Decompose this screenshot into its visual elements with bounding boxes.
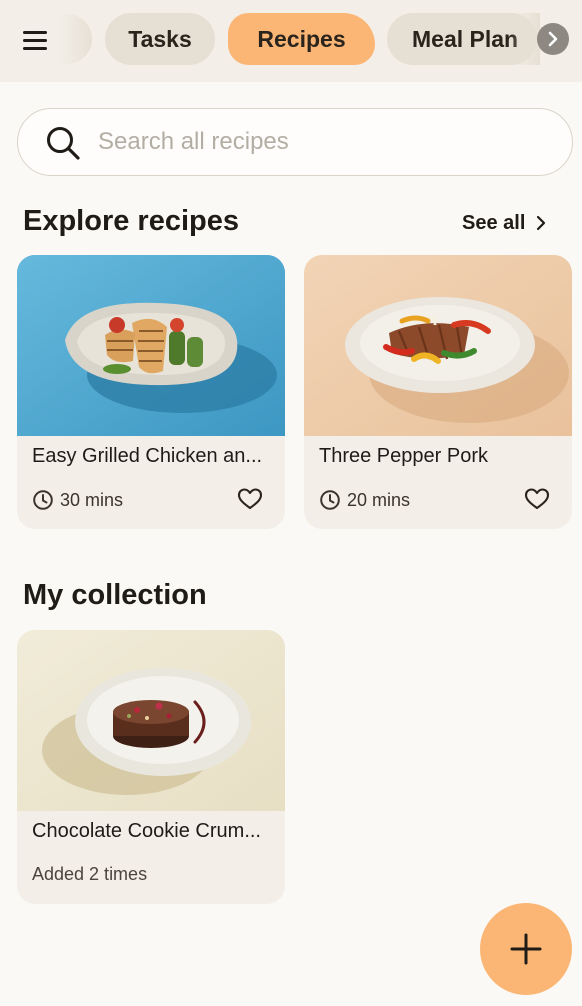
tab-partial-previous[interactable] bbox=[60, 14, 92, 64]
heart-icon[interactable] bbox=[524, 487, 550, 511]
recipe-title: Chocolate Cookie Crum... bbox=[32, 820, 261, 842]
see-all-label: See all bbox=[462, 211, 526, 234]
recipe-title: Three Pepper Pork bbox=[319, 445, 488, 467]
explore-recipes-heading: Explore recipes bbox=[23, 205, 239, 237]
search-input[interactable] bbox=[98, 123, 548, 161]
recipe-time: 30 mins bbox=[32, 488, 123, 512]
search-icon bbox=[47, 127, 80, 160]
recipe-time-label: 30 mins bbox=[60, 489, 124, 510]
my-collection-heading: My collection bbox=[23, 579, 207, 611]
chevron-right-icon bbox=[537, 215, 546, 231]
recipe-time-label: 20 mins bbox=[347, 489, 411, 510]
recipe-title: Easy Grilled Chicken an... bbox=[32, 445, 263, 467]
scroll-tabs-right-button[interactable] bbox=[537, 23, 569, 55]
chevron-right-icon bbox=[548, 31, 558, 47]
tab-fade-overlay bbox=[510, 13, 540, 65]
tab-tasks[interactable]: Tasks bbox=[105, 13, 215, 65]
add-recipe-button[interactable] bbox=[480, 903, 572, 995]
heart-icon[interactable] bbox=[237, 487, 263, 511]
see-all-link[interactable]: See all bbox=[462, 209, 547, 237]
recipe-card-three-pepper-pork[interactable]: Three Pepper Pork 20 mins bbox=[304, 255, 572, 529]
clock-icon bbox=[320, 490, 340, 510]
collection-card-chocolate-cookie[interactable]: Chocolate Cookie Crum... Added 2 times bbox=[17, 630, 285, 904]
recipe-time: 20 mins bbox=[319, 488, 410, 512]
chocolate-dessert-photo bbox=[17, 630, 285, 811]
tab-recipes[interactable]: Recipes bbox=[228, 13, 375, 65]
search-bar bbox=[17, 108, 573, 176]
recipe-card-grilled-chicken[interactable]: Easy Grilled Chicken an... 30 mins bbox=[17, 255, 285, 529]
grilled-chicken-photo bbox=[17, 255, 285, 436]
menu-icon[interactable] bbox=[14, 20, 58, 60]
added-count: Added 2 times bbox=[32, 864, 148, 884]
plus-icon bbox=[510, 933, 542, 965]
top-navigation-bar: Tasks Recipes Meal Plan bbox=[0, 0, 582, 82]
clock-icon bbox=[33, 490, 53, 510]
pepper-pork-photo bbox=[304, 255, 572, 436]
